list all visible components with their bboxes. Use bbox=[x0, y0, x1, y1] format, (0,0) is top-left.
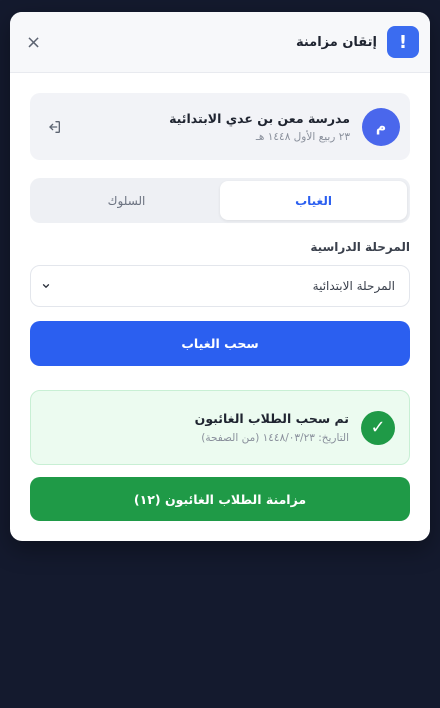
school-info: مدرسة معن بن عدي الابتدائية ٢٣ ربيع الأو… bbox=[169, 111, 350, 143]
logout-icon[interactable] bbox=[46, 119, 62, 135]
sync-absent-students-button[interactable]: مزامنة الطلاب الغائبون (١٢) bbox=[30, 477, 410, 521]
app-logo-icon: ! bbox=[387, 26, 419, 58]
check-icon: ✓ bbox=[361, 410, 395, 445]
tab-absence[interactable]: الغياب bbox=[220, 181, 407, 220]
school-card: م مدرسة معن بن عدي الابتدائية ٢٣ ربيع ال… bbox=[30, 93, 410, 160]
popup-header: ! إتقان مزامنة × bbox=[10, 12, 430, 73]
close-icon[interactable]: × bbox=[26, 32, 41, 53]
fetch-absence-button[interactable]: سحب الغياب bbox=[30, 321, 410, 366]
tab-bar: الغياب السلوك bbox=[30, 178, 410, 223]
school-name: مدرسة معن بن عدي الابتدائية bbox=[169, 110, 350, 126]
success-date: التاريخ: ١٤٤٨/٠٣/٢٣ (من الصفحة) bbox=[201, 432, 349, 444]
success-message: ✓ تم سحب الطلاب الغائبون التاريخ: ١٤٤٨/٠… bbox=[30, 390, 410, 465]
stage-select[interactable]: المرحلة الابتدائية bbox=[30, 265, 410, 307]
success-text: تم سحب الطلاب الغائبون التاريخ: ١٤٤٨/٠٣/… bbox=[195, 411, 349, 444]
stage-label: المرحلة الدراسية bbox=[310, 240, 410, 254]
popup-title: إتقان مزامنة bbox=[295, 34, 377, 50]
avatar: م bbox=[362, 107, 400, 146]
stage-selected-value: المرحلة الابتدائية bbox=[312, 279, 395, 293]
chevron-down-icon bbox=[41, 281, 51, 291]
tab-behavior[interactable]: السلوك bbox=[33, 181, 220, 220]
hijri-date: ٢٣ ربيع الأول ١٤٤٨ هـ bbox=[255, 130, 350, 143]
sync-popup: ! إتقان مزامنة × م مدرسة معن بن عدي الاب… bbox=[10, 12, 430, 541]
success-heading: تم سحب الطلاب الغائبون bbox=[194, 411, 349, 426]
